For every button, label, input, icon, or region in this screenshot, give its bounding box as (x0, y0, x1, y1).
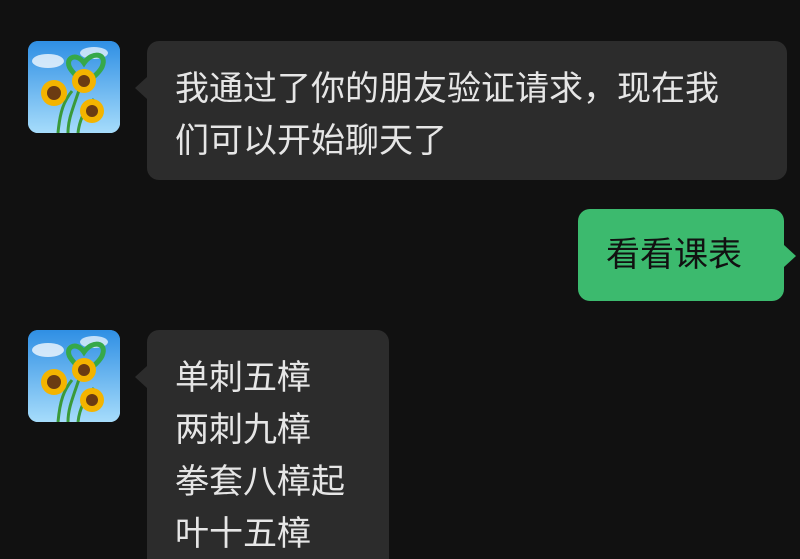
message-line: 两刺九樟 (175, 410, 311, 450)
sunflower-avatar-icon (28, 41, 120, 133)
contact-avatar[interactable] (28, 41, 120, 133)
message-line: 们可以开始聊天了 (175, 121, 447, 161)
sunflower-avatar-icon (28, 330, 120, 422)
message-bubble-incoming[interactable]: 我通过了你的朋友验证请求，现在我 们可以开始聊天了 (135, 41, 787, 180)
message-bubble-incoming[interactable]: 单刺五樟 两刺九樟 拳套八樟起 叶十五樟 (135, 330, 389, 559)
message-line: 叶十五樟 (175, 514, 311, 554)
message-line: 拳套八樟起 (175, 462, 345, 502)
message-line: 看看课表 (606, 235, 742, 275)
chat-message-list: 我通过了你的朋友验证请求，现在我 们可以开始聊天了 看看课表 单刺五樟 两刺九樟… (0, 0, 800, 559)
contact-avatar[interactable] (28, 330, 120, 422)
message-line: 我通过了你的朋友验证请求，现在我 (175, 69, 719, 109)
message-line: 单刺五樟 (175, 358, 311, 398)
message-bubble-outgoing[interactable]: 看看课表 (578, 209, 796, 301)
